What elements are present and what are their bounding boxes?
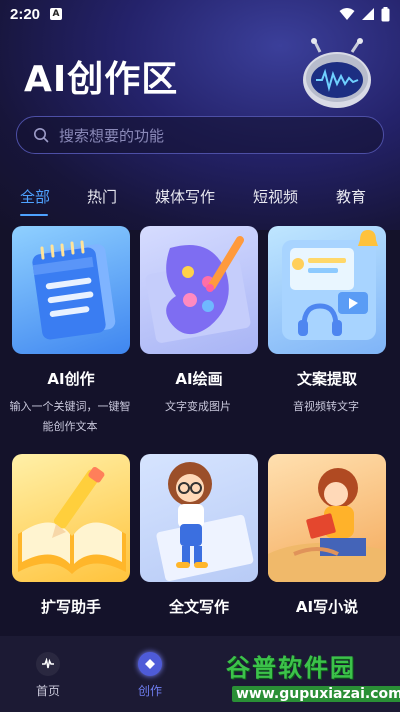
home-icon bbox=[36, 652, 60, 676]
notepad-icon bbox=[32, 240, 116, 340]
nav-create-label: 创作 bbox=[137, 684, 162, 698]
card-ai-novel-title: AI写小说 bbox=[295, 598, 359, 616]
watermark: 谷普软件园 www.gupuxiazai.com bbox=[222, 646, 400, 712]
tab-education[interactable]: 教育 bbox=[336, 186, 366, 207]
card-ai-paint-title: AI绘画 bbox=[175, 370, 223, 388]
card-full-writing[interactable] bbox=[140, 454, 258, 582]
robot-mascot-icon bbox=[303, 38, 371, 108]
create-icon bbox=[138, 652, 162, 676]
nav-home[interactable]: 首页 bbox=[18, 652, 78, 699]
card-ai-create-desc: 输入一个关键词，一键智能创作文本 bbox=[9, 400, 131, 433]
search-bar[interactable]: 搜索想要的功能 bbox=[16, 116, 384, 154]
card-text-extract[interactable] bbox=[268, 226, 386, 354]
signal-icon bbox=[362, 8, 374, 20]
card-ai-create[interactable] bbox=[12, 226, 130, 354]
search-input[interactable]: 搜索想要的功能 bbox=[59, 125, 164, 146]
status-time: 2:20 bbox=[10, 5, 41, 23]
watermark-url: www.gupuxiazai.com bbox=[232, 686, 400, 702]
card-ai-create-title: AI创作 bbox=[47, 370, 95, 388]
tab-underline bbox=[20, 214, 48, 216]
card-ai-novel[interactable] bbox=[268, 454, 386, 582]
card-expand-writer[interactable] bbox=[12, 454, 130, 582]
card-text-extract-desc: 音视频转文字 bbox=[293, 400, 359, 413]
search-icon bbox=[34, 128, 49, 143]
card-ai-paint-desc: 文字变成图片 bbox=[165, 400, 231, 413]
nav-home-label: 首页 bbox=[35, 684, 60, 698]
wifi-icon bbox=[339, 8, 355, 20]
phone-audio-icon bbox=[282, 230, 378, 340]
book-pencil-icon bbox=[18, 467, 126, 574]
battery-icon bbox=[381, 6, 390, 21]
status-bar: 2:20 A bbox=[0, 0, 400, 28]
tab-short-video[interactable]: 短视频 bbox=[253, 186, 298, 207]
card-expand-writer-title: 扩写助手 bbox=[40, 598, 101, 616]
notification-icon: A bbox=[50, 8, 63, 20]
card-ai-paint[interactable] bbox=[140, 226, 258, 354]
girl-reading-icon bbox=[268, 468, 386, 582]
palette-icon bbox=[145, 236, 251, 343]
tab-all[interactable]: 全部 bbox=[20, 186, 50, 207]
card-full-writing-title: 全文写作 bbox=[168, 598, 229, 616]
page-title: AI创作区 bbox=[24, 59, 179, 100]
girl-writing-icon bbox=[156, 462, 254, 582]
tab-hot[interactable]: 热门 bbox=[87, 186, 117, 207]
nav-create[interactable]: 创作 bbox=[120, 652, 180, 699]
card-text-extract-title: 文案提取 bbox=[296, 370, 357, 388]
watermark-title: 谷普软件园 bbox=[226, 654, 356, 682]
tab-media-writing[interactable]: 媒体写作 bbox=[155, 186, 215, 207]
